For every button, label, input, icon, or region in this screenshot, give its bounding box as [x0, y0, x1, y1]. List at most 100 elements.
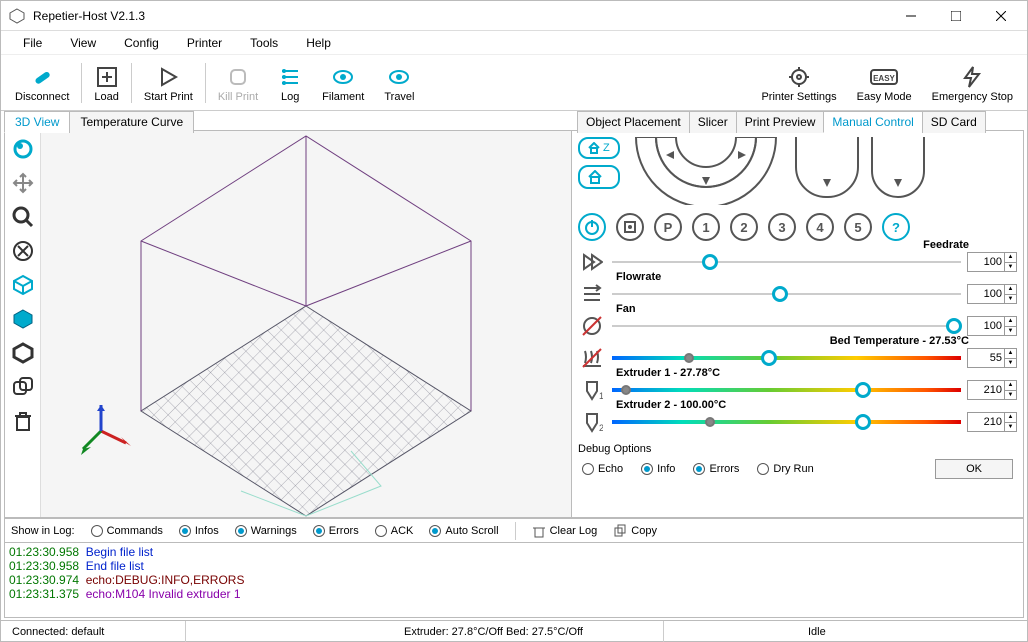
flowrate-spinner[interactable]: ▲▼ — [1005, 284, 1017, 304]
extruder2-row: 2 Extruder 2 - 100.00°C ▲▼ — [578, 411, 1017, 433]
z-jog-control[interactable] — [792, 137, 862, 205]
delete-button[interactable] — [9, 407, 37, 435]
extruder2-slider[interactable] — [612, 420, 961, 424]
menu-help[interactable]: Help — [292, 36, 345, 50]
front-view-button[interactable] — [9, 305, 37, 333]
log-errors-toggle[interactable]: Errors — [313, 525, 359, 537]
title-bar: Repetier-Host V2.1.3 — [1, 1, 1027, 31]
tab-3d-view[interactable]: 3D View — [4, 111, 70, 133]
bed-temp-label: Bed Temperature - 27.53°C — [830, 335, 969, 347]
preset-4-button[interactable]: 4 — [806, 213, 834, 241]
menu-printer[interactable]: Printer — [173, 36, 236, 50]
extruder1-slider[interactable] — [612, 388, 961, 392]
menu-tools[interactable]: Tools — [236, 36, 292, 50]
menu-file[interactable]: File — [9, 36, 56, 50]
easy-icon: EASY — [870, 63, 898, 91]
tab-sd-card[interactable]: SD Card — [922, 111, 986, 133]
travel-label: Travel — [384, 91, 414, 103]
pan-button[interactable] — [9, 169, 37, 197]
emergency-stop-button[interactable]: Emergency Stop — [922, 55, 1023, 110]
debug-errors-radio[interactable]: Errors — [693, 463, 739, 475]
log-ack-toggle[interactable]: ACK — [375, 525, 414, 537]
tab-manual-control[interactable]: Manual Control — [823, 111, 922, 133]
kill-print-button[interactable]: Kill Print — [208, 55, 268, 110]
feedrate-slider[interactable] — [612, 261, 961, 263]
extruder1-input[interactable] — [967, 380, 1005, 400]
log-output[interactable]: 01:23:30.958 Begin file list01:23:30.958… — [4, 542, 1024, 618]
log-warnings-toggle[interactable]: Warnings — [235, 525, 297, 537]
xy-jog-control[interactable] — [626, 137, 786, 205]
debug-ok-button[interactable]: OK — [935, 459, 1013, 479]
right-tab-strip: Object Placement Slicer Print Preview Ma… — [577, 111, 985, 133]
log-commands-toggle[interactable]: Commands — [91, 525, 163, 537]
extruder2-spinner[interactable]: ▲▼ — [1005, 412, 1017, 432]
log-autoscroll-toggle[interactable]: Auto Scroll — [429, 525, 498, 537]
extruder2-label: Extruder 2 - 100.00°C — [616, 399, 726, 411]
feedrate-spinner[interactable]: ▲▼ — [1005, 252, 1017, 272]
travel-toggle-button[interactable]: Travel — [374, 55, 424, 110]
flowrate-slider[interactable] — [612, 293, 961, 295]
viewport-3d[interactable] — [4, 130, 572, 518]
extruder-jog-control[interactable] — [868, 137, 928, 205]
menu-view[interactable]: View — [56, 36, 110, 50]
help-button[interactable]: ? — [882, 213, 910, 241]
fan-input[interactable] — [967, 316, 1005, 336]
printer-settings-button[interactable]: Printer Settings — [751, 55, 846, 110]
zoom-button[interactable] — [9, 203, 37, 231]
home-all-button[interactable] — [578, 165, 620, 189]
menu-bar: File View Config Printer Tools Help — [1, 31, 1027, 55]
disconnect-button[interactable]: Disconnect — [5, 55, 79, 110]
extruder2-input[interactable] — [967, 412, 1005, 432]
bed-temp-slider[interactable] — [612, 356, 961, 360]
preset-1-button[interactable]: 1 — [692, 213, 720, 241]
extruder1-label: Extruder 1 - 27.78°C — [616, 367, 720, 379]
preset-3-button[interactable]: 3 — [768, 213, 796, 241]
fan-label: Fan — [616, 303, 636, 315]
power-button[interactable] — [578, 213, 606, 241]
clear-log-button[interactable]: Clear Log — [532, 524, 598, 538]
extruder1-spinner[interactable]: ▲▼ — [1005, 380, 1017, 400]
flowrate-label: Flowrate — [616, 271, 661, 283]
log-filter-label: Show in Log: — [11, 525, 75, 537]
flowrate-row: Flowrate ▲▼ — [578, 283, 1017, 305]
easy-mode-button[interactable]: EASY Easy Mode — [847, 55, 922, 110]
home-icon — [588, 142, 600, 154]
copy-log-button[interactable]: Copy — [613, 524, 657, 538]
debug-options-row: Echo Info Errors Dry Run OK — [578, 459, 1017, 479]
bed-temp-spinner[interactable]: ▲▼ — [1005, 348, 1017, 368]
motor-off-button[interactable] — [616, 213, 644, 241]
eye-icon — [387, 63, 411, 91]
parallel-view-button[interactable] — [9, 339, 37, 367]
bed-temp-input[interactable] — [967, 348, 1005, 368]
preset-5-button[interactable]: 5 — [844, 213, 872, 241]
clone-button[interactable] — [9, 373, 37, 401]
svg-text:2: 2 — [599, 423, 603, 433]
close-button[interactable] — [978, 2, 1023, 30]
park-button[interactable]: P — [654, 213, 682, 241]
start-print-button[interactable]: Start Print — [134, 55, 203, 110]
maximize-button[interactable] — [933, 2, 978, 30]
tab-temperature-curve[interactable]: Temperature Curve — [69, 111, 194, 133]
home-z-button[interactable]: Z — [578, 137, 620, 159]
feedrate-input[interactable] — [967, 252, 1005, 272]
fan-spinner[interactable]: ▲▼ — [1005, 316, 1017, 336]
iso-view-button[interactable] — [9, 271, 37, 299]
tab-print-preview[interactable]: Print Preview — [736, 111, 825, 133]
debug-echo-radio[interactable]: Echo — [582, 463, 623, 475]
log-toggle-button[interactable]: Log — [268, 55, 312, 110]
debug-info-radio[interactable]: Info — [641, 463, 675, 475]
fan-slider[interactable] — [612, 325, 961, 327]
orbit-button[interactable] — [9, 135, 37, 163]
minimize-button[interactable] — [888, 2, 933, 30]
preset-2-button[interactable]: 2 — [730, 213, 758, 241]
debug-dryrun-radio[interactable]: Dry Run — [757, 463, 813, 475]
load-button[interactable]: Load — [84, 55, 128, 110]
flowrate-input[interactable] — [967, 284, 1005, 304]
build-volume-render — [41, 131, 573, 517]
log-infos-toggle[interactable]: Infos — [179, 525, 219, 537]
tab-object-placement[interactable]: Object Placement — [577, 111, 690, 133]
fit-button[interactable] — [9, 237, 37, 265]
menu-config[interactable]: Config — [110, 36, 173, 50]
tab-slicer[interactable]: Slicer — [689, 111, 737, 133]
filament-toggle-button[interactable]: Filament — [312, 55, 374, 110]
